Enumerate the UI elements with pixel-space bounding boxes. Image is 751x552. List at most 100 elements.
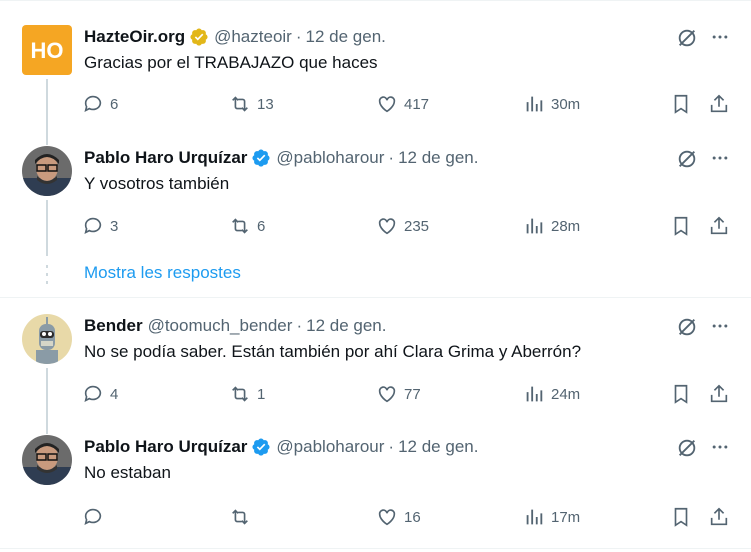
- more-options-icon[interactable]: [710, 27, 730, 47]
- views-button[interactable]: 17m: [523, 505, 580, 529]
- reply-button[interactable]: 3: [82, 214, 118, 238]
- views-count: 30m: [551, 95, 581, 113]
- user-handle[interactable]: @pabloharour: [276, 437, 384, 457]
- user-handle[interactable]: @hazteoir: [214, 27, 292, 47]
- like-count: 77: [404, 385, 421, 403]
- views-icon: [526, 218, 543, 234]
- bookmark-button[interactable]: [670, 214, 692, 238]
- share-button[interactable]: [708, 92, 730, 116]
- bookmark-button[interactable]: [670, 382, 692, 406]
- views-icon: [526, 96, 543, 112]
- grok-icon[interactable]: [676, 437, 696, 457]
- avatar[interactable]: [22, 435, 72, 485]
- views-button[interactable]: 24m: [523, 382, 580, 406]
- thread-line: [46, 368, 48, 434]
- heart-icon: [378, 386, 396, 403]
- retweet-icon: [232, 218, 248, 234]
- timestamp[interactable]: 12 de gen.: [398, 437, 478, 457]
- share-icon: [710, 384, 728, 403]
- reply-icon: [84, 385, 102, 402]
- reply-count: 6: [110, 95, 119, 113]
- user-name[interactable]: Pablo Haro Urquízar: [84, 148, 247, 168]
- verified-gold-icon: [189, 27, 209, 47]
- avatar[interactable]: [22, 146, 72, 196]
- views-icon: [526, 386, 543, 402]
- separator-dot: ·: [295, 27, 302, 46]
- tweet-text: Gracias por el TRABAJAZO que haces: [84, 53, 378, 72]
- bookmark-button[interactable]: [670, 505, 692, 529]
- thread-line: [46, 200, 48, 256]
- avatar[interactable]: [22, 314, 72, 364]
- more-options-icon[interactable]: [710, 316, 730, 336]
- thread-line: [46, 79, 48, 145]
- timestamp[interactable]: 12 de gen.: [306, 27, 386, 47]
- tweet-hazteoir[interactable]: HO HazteOir.org @hazteoir · 12 de gen. G…: [0, 25, 751, 145]
- grok-icon[interactable]: [676, 316, 696, 336]
- tweet-pablo-1[interactable]: Pablo Haro Urquízar @pabloharour · 12 de…: [0, 146, 751, 256]
- user-name[interactable]: HazteOir.org: [84, 27, 185, 47]
- views-button[interactable]: 30m: [523, 92, 580, 116]
- show-replies-link[interactable]: Mostra les respostes: [84, 263, 241, 283]
- more-options-icon[interactable]: [710, 437, 730, 457]
- user-handle[interactable]: @pabloharour: [276, 148, 384, 168]
- grok-icon[interactable]: [676, 27, 696, 47]
- user-handle[interactable]: @toomuch_bender: [148, 316, 293, 336]
- retweet-icon: [232, 386, 248, 402]
- more-options-icon[interactable]: [710, 148, 730, 168]
- like-button[interactable]: 16: [376, 505, 421, 529]
- user-name[interactable]: Pablo Haro Urquízar: [84, 437, 247, 457]
- divider: [0, 297, 751, 298]
- reply-count: 3: [110, 217, 119, 235]
- timestamp[interactable]: 12 de gen.: [306, 316, 386, 336]
- views-button[interactable]: 28m: [523, 214, 580, 238]
- share-icon: [710, 216, 728, 235]
- tweet-pablo-2[interactable]: Pablo Haro Urquízar @pabloharour · 12 de…: [0, 435, 751, 545]
- tweet-text: No estaban: [84, 463, 171, 482]
- retweet-button[interactable]: 1: [229, 382, 265, 406]
- thread-dots: [46, 265, 48, 284]
- views-count: 24m: [551, 385, 581, 403]
- like-button[interactable]: 77: [376, 382, 421, 406]
- reply-button[interactable]: 4: [82, 382, 118, 406]
- heart-icon: [378, 96, 396, 113]
- retweet-button[interactable]: [229, 505, 257, 529]
- reply-button[interactable]: [82, 505, 110, 529]
- reply-count: 4: [110, 385, 119, 403]
- retweet-button[interactable]: 13: [229, 92, 274, 116]
- views-icon: [526, 509, 543, 525]
- bookmark-icon: [674, 216, 688, 236]
- reply-icon: [84, 508, 102, 525]
- bookmark-button[interactable]: [670, 92, 692, 116]
- views-count: 17m: [551, 508, 581, 526]
- tweet-actions: 4 1 77 24m: [82, 382, 742, 406]
- reply-icon: [84, 95, 102, 112]
- retweet-icon: [232, 96, 248, 112]
- like-count: 417: [404, 95, 430, 113]
- like-button[interactable]: 417: [376, 92, 429, 116]
- share-button[interactable]: [708, 214, 730, 238]
- retweet-count: 1: [257, 385, 266, 403]
- grok-icon[interactable]: [676, 148, 696, 168]
- tweet-bender[interactable]: Bender @toomuch_bender · 12 de gen. No s…: [0, 314, 751, 434]
- like-count: 235: [404, 217, 430, 235]
- bookmark-icon: [674, 384, 688, 404]
- like-button[interactable]: 235: [376, 214, 429, 238]
- share-button[interactable]: [708, 505, 730, 529]
- tweet-actions: 16 17m: [82, 505, 742, 529]
- retweet-button[interactable]: 6: [229, 214, 265, 238]
- reply-button[interactable]: 6: [82, 92, 118, 116]
- share-button[interactable]: [708, 382, 730, 406]
- timestamp[interactable]: 12 de gen.: [398, 148, 478, 168]
- like-count: 16: [404, 508, 421, 526]
- avatar-logo-text: HO: [31, 38, 64, 63]
- separator-dot: ·: [388, 437, 395, 456]
- bookmark-icon: [674, 94, 688, 114]
- avatar[interactable]: HO: [22, 25, 72, 75]
- separator-dot: ·: [296, 316, 303, 335]
- tweet-actions: 6 13 417 30m: [82, 92, 742, 116]
- tweet-actions: 3 6 235 28m: [82, 214, 742, 238]
- user-name[interactable]: Bender: [84, 316, 143, 336]
- share-icon: [710, 94, 728, 113]
- heart-icon: [378, 509, 396, 526]
- separator-dot: ·: [388, 148, 395, 167]
